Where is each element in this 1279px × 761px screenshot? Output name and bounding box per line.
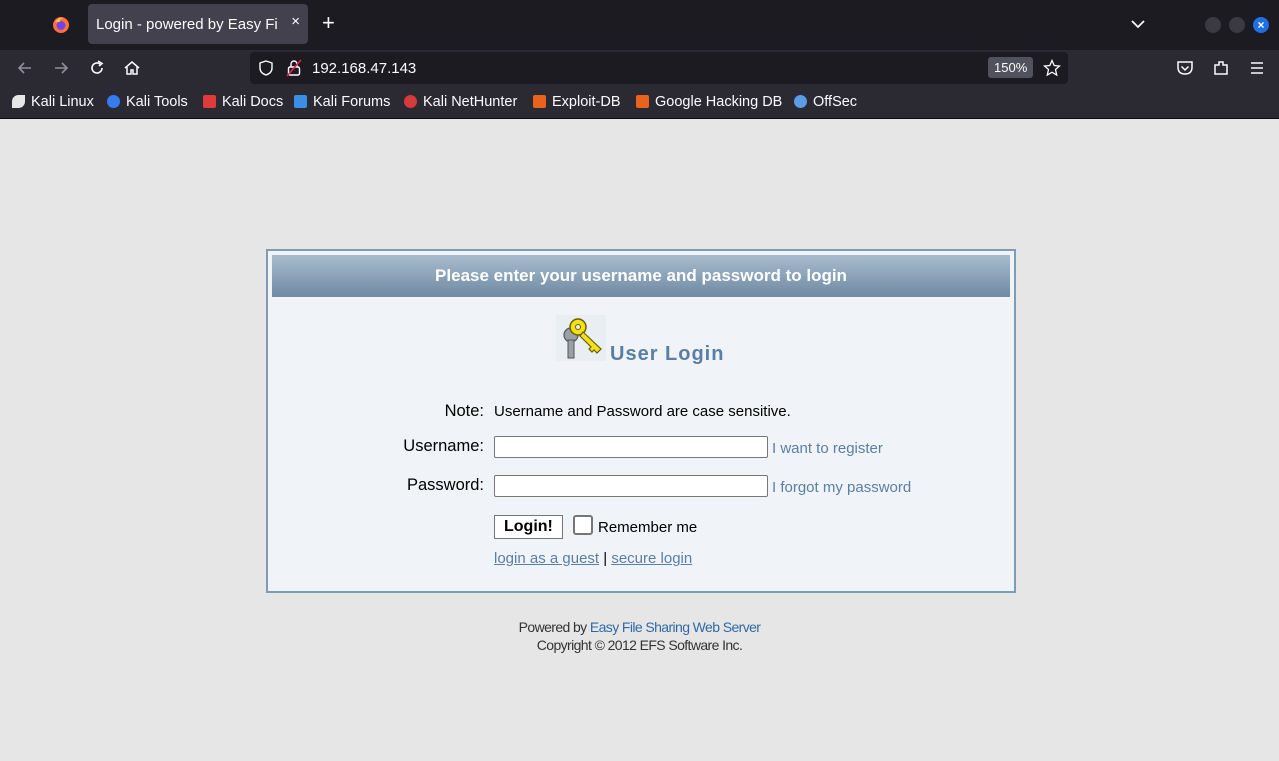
reload-icon[interactable]: [88, 59, 106, 77]
active-tab[interactable]: Login - powered by Easy File ×: [88, 4, 308, 44]
note-text: Username and Password are case sensitive…: [494, 403, 791, 420]
username-field[interactable]: [494, 436, 768, 458]
offsec-icon: [794, 95, 807, 108]
tab-bar: Login - powered by Easy File × + ×: [0, 0, 1279, 50]
footer-product-link[interactable]: Easy File Sharing Web Server: [590, 619, 761, 635]
register-link[interactable]: I want to register: [772, 440, 883, 457]
login-panel: Please enter your username and password …: [266, 249, 1016, 593]
password-label: Password:: [406, 476, 484, 494]
firefox-icon[interactable]: [52, 16, 70, 34]
close-icon[interactable]: ×: [1253, 17, 1269, 33]
pocket-icon[interactable]: [1176, 59, 1194, 77]
bookmarks-toolbar: Kali Linux Kali Tools Kali Docs Kali For…: [0, 86, 1279, 119]
extensions-icon[interactable]: [1212, 59, 1230, 77]
bookmark-kali-docs[interactable]: Kali Docs: [203, 94, 283, 110]
bookmark-kali-linux[interactable]: Kali Linux: [12, 94, 94, 110]
keys-icon: [556, 315, 606, 361]
kali-forums-icon: [294, 95, 307, 108]
footer-copyright: Copyright © 2012 EFS Software Inc.: [536, 637, 743, 653]
footer-powered-prefix: Powered by: [518, 619, 590, 635]
url-bar[interactable]: 192.168.47.143 150%: [250, 52, 1068, 84]
forgot-password-link[interactable]: I forgot my password: [772, 479, 911, 496]
alternate-login-links: login as a guest | secure login: [494, 550, 692, 567]
guest-login-link[interactable]: login as a guest: [494, 550, 599, 567]
bookmark-kali-nethunter[interactable]: Kali NetHunter: [404, 94, 517, 110]
maximize-icon[interactable]: [1229, 17, 1245, 33]
tab-title: Login - powered by Easy File: [96, 16, 278, 33]
note-label: Note:: [444, 402, 484, 420]
bookmark-offsec[interactable]: OffSec: [794, 94, 857, 110]
lock-icon[interactable]: [286, 59, 302, 77]
star-icon[interactable]: [1043, 59, 1061, 77]
back-icon[interactable]: [16, 59, 34, 77]
bookmark-exploit-db[interactable]: Exploit-DB: [533, 94, 621, 110]
kali-docs-icon: [203, 95, 216, 108]
login-header: Please enter your username and password …: [272, 255, 1010, 297]
secure-login-link[interactable]: secure login: [611, 550, 692, 567]
minimize-icon[interactable]: [1205, 17, 1221, 33]
menu-icon[interactable]: [1248, 59, 1266, 77]
login-button[interactable]: Login!: [494, 515, 563, 539]
link-separator: |: [603, 550, 608, 567]
zoom-level[interactable]: 150%: [988, 57, 1034, 78]
google-hacking-db-icon: [636, 95, 649, 108]
password-field[interactable]: [494, 475, 768, 497]
remember-me-checkbox[interactable]: [573, 515, 593, 535]
home-icon[interactable]: [123, 59, 141, 77]
exploit-db-icon: [533, 95, 546, 108]
bookmark-kali-tools[interactable]: Kali Tools: [107, 94, 188, 110]
remember-me-label: Remember me: [598, 519, 698, 536]
footer-powered-by: Powered by Easy File Sharing Web Server: [0, 619, 1279, 635]
shield-icon[interactable]: [258, 60, 274, 76]
new-tab-button[interactable]: +: [322, 12, 335, 34]
bookmark-kali-forums[interactable]: Kali Forums: [294, 94, 390, 110]
url-text[interactable]: 192.168.47.143: [312, 60, 416, 77]
username-label: Username:: [403, 437, 484, 455]
page-title: User Login: [610, 343, 725, 365]
kali-nethunter-icon: [404, 95, 417, 108]
tab-close-icon[interactable]: ×: [291, 13, 300, 30]
kali-linux-icon: [12, 95, 25, 108]
forward-icon[interactable]: [52, 59, 70, 77]
kali-tools-icon: [107, 95, 120, 108]
list-tabs-icon[interactable]: [1130, 16, 1146, 32]
bookmark-google-hacking-db[interactable]: Google Hacking DB: [636, 94, 782, 110]
nav-bar: 192.168.47.143 150%: [0, 50, 1279, 86]
